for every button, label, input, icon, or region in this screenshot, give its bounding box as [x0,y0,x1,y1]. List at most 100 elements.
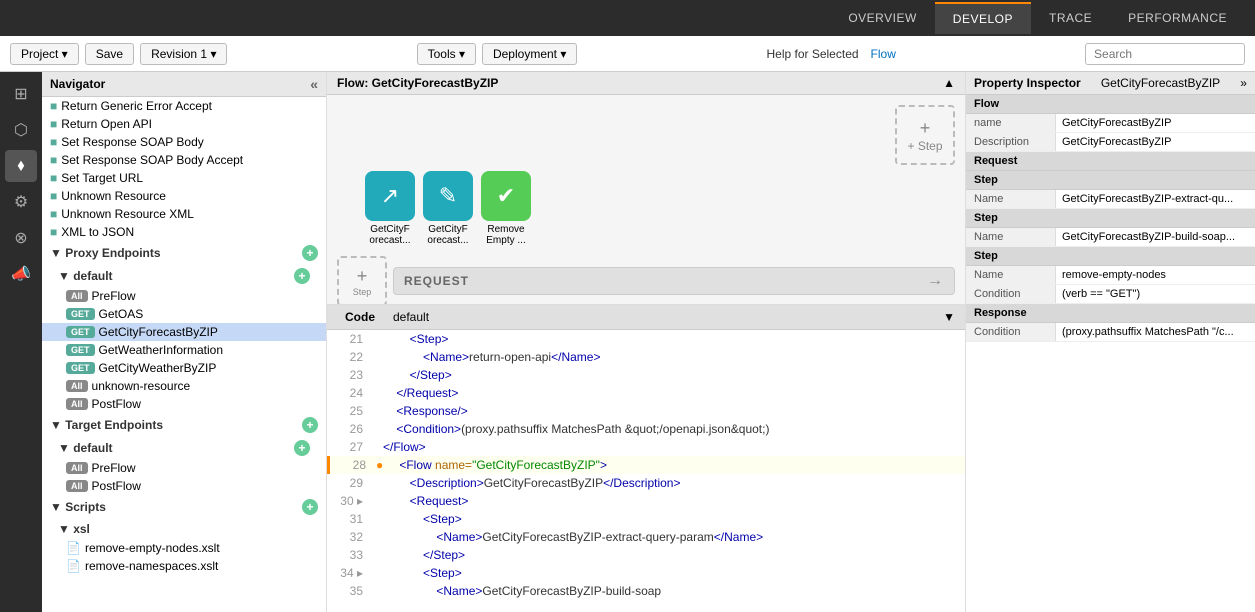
nav-preflow-all[interactable]: All PreFlow [42,287,326,305]
code-line-29: 29 <Description>GetCityForecastByZIP</De… [327,474,965,492]
add-scripts-btn[interactable]: + [302,499,318,515]
code-line-32: 32 <Name>GetCityForecastByZIP-extract-qu… [327,528,965,546]
plus-icon-2: + [357,266,368,287]
add-step-box-top[interactable]: + + Step [895,105,955,165]
flow-step-1[interactable]: ↗ GetCityForecast... [365,171,415,246]
flow-link[interactable]: Flow [871,47,896,61]
package-icon[interactable]: ⬡ [5,114,37,146]
flow-step-2[interactable]: ✎ GetCityForecast... [423,171,473,246]
home-icon[interactable]: ⊞ [5,78,37,110]
nav-getoas-get[interactable]: GET GetOAS [42,305,326,323]
nav-getweatherinformation[interactable]: GET GetWeatherInformation [42,341,326,359]
nav-item-return-generic[interactable]: ■ Return Generic Error Accept [42,97,326,115]
prop-row-step3-condition: Condition (verb == "GET") [966,285,1255,304]
nav-target-postflow[interactable]: All PostFlow [42,477,326,495]
leaf-icon: ■ [50,171,57,185]
navigator-header: Navigator « [42,72,326,97]
code-line-27: 27 </Flow> [327,438,965,456]
code-tab-default[interactable]: default [393,310,429,324]
settings-icon[interactable]: ⚙ [5,186,37,218]
deployment-button[interactable]: Deployment ▾ [482,43,577,65]
nav-item-unknown-resource-xml[interactable]: ■ Unknown Resource XML [42,205,326,223]
code-panel: Code default ▼ 21 <Step> 22 <Name>return… [327,305,965,612]
code-icon[interactable]: ⬧ [5,150,37,182]
help-text: Help for Selected [766,47,858,61]
plus-icon: + [920,118,931,139]
nav-item-set-response-soap-accept[interactable]: ■ Set Response SOAP Body Accept [42,151,326,169]
prop-row-condition: Condition (proxy.pathsuffix MatchesPath … [966,323,1255,342]
badge-get-3: GET [66,362,95,374]
prop-row-step2-name: Name GetCityForecastByZIP-build-soap... [966,228,1255,247]
proxy-default-subsection[interactable]: ▼ default + [42,265,326,287]
nav-remove-empty-xslt[interactable]: 📄 remove-empty-nodes.xslt [42,539,326,557]
overview-btn[interactable]: OVERVIEW [830,3,934,33]
navigator-collapse[interactable]: « [310,76,318,92]
prop-row-description: Description GetCityForecastByZIP [966,133,1255,152]
nav-remove-namespaces-xslt[interactable]: 📄 remove-namespaces.xslt [42,557,326,575]
code-tab[interactable]: Code [337,308,383,326]
develop-btn[interactable]: DEVELOP [935,2,1031,34]
scripts-section[interactable]: ▼ Scripts + [42,495,326,519]
nav-target-preflow[interactable]: All PreFlow [42,459,326,477]
database-icon[interactable]: ⊗ [5,222,37,254]
proxy-endpoints-section[interactable]: ▼ Proxy Endpoints + [42,241,326,265]
trace-btn[interactable]: TRACE [1031,3,1110,33]
project-button[interactable]: Project ▾ [10,43,79,65]
prop-section-step1: Step [966,171,1255,190]
target-default-subsection[interactable]: ▼ default + [42,437,326,459]
top-nav: OVERVIEW DEVELOP TRACE PERFORMANCE [0,0,1255,36]
prop-section-request: Request [966,152,1255,171]
request-label: REQUEST [404,274,469,288]
code-line-34: 34 ▸ <Step> [327,564,965,582]
code-collapse-btn[interactable]: ▼ [943,310,955,324]
flow-step-3[interactable]: ✔ RemoveEmpty ... [481,171,531,246]
xsl-subsection[interactable]: ▼ xsl [42,519,326,539]
badge-get-active: GET [66,326,95,338]
nav-getcityweatherbyzip[interactable]: GET GetCityWeatherByZIP [42,359,326,377]
prop-row-step3-name: Name remove-empty-nodes [966,266,1255,285]
flow-collapse-btn[interactable]: ▲ [943,76,955,90]
revision-button[interactable]: Revision 1 ▾ [140,43,227,65]
flow-name-display: GetCityForecastByZIP [1101,76,1220,90]
add-proxy-default-btn[interactable]: + [294,268,310,284]
badge-all-5: All [66,480,88,492]
nav-postflow-all[interactable]: All PostFlow [42,395,326,413]
step1-icon: ↗ [365,171,415,221]
nav-item-return-open-api[interactable]: ■ Return Open API [42,115,326,133]
add-target-btn[interactable]: + [302,417,318,433]
nav-item-set-target-url[interactable]: ■ Set Target URL [42,169,326,187]
prop-section-step2: Step [966,209,1255,228]
code-line-28: 28 ● <Flow name="GetCityForecastByZIP"> [327,456,965,474]
prop-section-step3: Step [966,247,1255,266]
code-line-33: 33 </Step> [327,546,965,564]
add-step-box-left[interactable]: + Step [337,256,387,305]
prop-row-step1-name: Name GetCityForecastByZIP-extract-qu... [966,190,1255,209]
search-input[interactable] [1085,43,1245,65]
target-endpoints-section[interactable]: ▼ Target Endpoints + [42,413,326,437]
nav-item-xml-to-json[interactable]: ■ XML to JSON [42,223,326,241]
nav-getcityforecastbyzip[interactable]: GET GetCityForecastByZIP [42,323,326,341]
code-line-21: 21 <Step> [327,330,965,348]
tools-button[interactable]: Tools ▾ [417,43,476,65]
add-target-default-btn[interactable]: + [294,440,310,456]
flow-canvas: + + Step ↗ GetCityForecast... ✎ GetCityF… [327,95,965,305]
step3-icon: ✔ [481,171,531,221]
add-proxy-btn[interactable]: + [302,245,318,261]
leaf-icon: ■ [50,207,57,221]
step1-label: GetCityForecast... [369,224,410,246]
code-body[interactable]: 21 <Step> 22 <Name>return-open-api</Name… [327,330,965,612]
badge-all-3: All [66,398,88,410]
save-button[interactable]: Save [85,43,134,65]
nav-item-unknown-resource[interactable]: ■ Unknown Resource [42,187,326,205]
prop-section-response: Response [966,304,1255,323]
megaphone-icon[interactable]: 📣 [5,258,37,290]
navigator-panel: Navigator « ■ Return Generic Error Accep… [42,72,327,612]
leaf-icon: ■ [50,99,57,113]
badge-get: GET [66,308,95,320]
property-inspector-collapse[interactable]: » [1240,76,1247,90]
performance-btn[interactable]: PERFORMANCE [1110,3,1245,33]
code-line-23: 23 </Step> [327,366,965,384]
flow-header: Flow: GetCityForecastByZIP ▲ [327,72,965,95]
nav-item-set-response-soap[interactable]: ■ Set Response SOAP Body [42,133,326,151]
nav-unknown-resource-all[interactable]: All unknown-resource [42,377,326,395]
